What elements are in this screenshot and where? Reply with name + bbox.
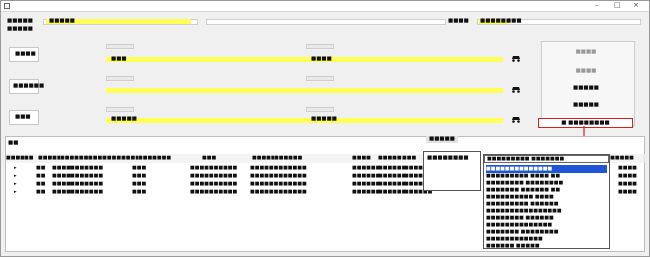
- row-combo-2[interactable]: [306, 44, 334, 49]
- col-header[interactable]: ■■■■■■: [274, 154, 353, 163]
- top-left-label: ■■■■■: [7, 18, 33, 24]
- row-marker-icon: ▸: [14, 189, 17, 195]
- panel-tab[interactable]: ■■■■■: [426, 136, 458, 143]
- row-combo-2[interactable]: [306, 107, 334, 112]
- row-value-2: ■■■■: [311, 56, 332, 62]
- button-4[interactable]: ■■■■■: [556, 101, 616, 109]
- col-header[interactable]: ■■■: [202, 154, 253, 163]
- top-right-value: ■■■■■■■■: [480, 18, 522, 24]
- row-highlight: [106, 57, 503, 62]
- row-combo-2[interactable]: [306, 76, 334, 81]
- dropdown-selected[interactable]: ■■■■■■■■■ ■■■■■■■: [484, 155, 609, 163]
- car-icon[interactable]: [511, 85, 521, 93]
- popup-title: ■■■■■■■■: [427, 155, 469, 161]
- col-header[interactable]: ■■■■■■■■■■■■: [88, 154, 145, 163]
- row-combo-1[interactable]: [106, 107, 134, 112]
- button-2[interactable]: ■■■■: [556, 67, 616, 75]
- top-right-label: ■■■■: [448, 18, 469, 24]
- dropdown-item[interactable]: ■■■■■■ ■■■■■: [486, 242, 607, 250]
- row-value-2: ■■■■■: [311, 116, 337, 122]
- row-highlight: [106, 118, 503, 123]
- title-bar: – □ ×: [1, 1, 649, 12]
- top-middle-input[interactable]: [206, 19, 446, 25]
- row-marker-icon: ▸: [14, 173, 17, 179]
- row-label: ■■■■: [15, 51, 36, 57]
- minimize-button[interactable]: –: [595, 1, 599, 10]
- row-marker-icon: ▸: [14, 165, 17, 171]
- row-combo-1[interactable]: [106, 44, 134, 49]
- section-label: ■■■■■: [7, 26, 33, 32]
- row-combo-1[interactable]: [106, 76, 134, 81]
- row-highlight: [106, 88, 503, 93]
- panel-label: ■■: [8, 140, 19, 146]
- car-icon[interactable]: [511, 54, 521, 62]
- col-header[interactable]: ■■■■■■■: [252, 154, 285, 163]
- row-value-1: ■■■■■: [111, 116, 137, 122]
- row-label: ■■■■■■: [13, 83, 45, 89]
- app-window: – □ × ■■■■■ ■■■■■ ■■■■ ■■■■■■■■ ■■■■■ ■■…: [0, 0, 650, 257]
- maximize-button[interactable]: □: [614, 1, 621, 10]
- col-header[interactable]: ■■■■■■: [38, 154, 66, 163]
- app-icon: [4, 3, 10, 9]
- row-value-1: ■■■: [111, 56, 127, 62]
- col-header[interactable]: ■■■■■: [6, 154, 30, 163]
- col-header[interactable]: ■■■■: [352, 154, 379, 163]
- popup-panel: ■■■■■■■■: [423, 151, 481, 191]
- col-header[interactable]: ■■■■■■■: [138, 154, 203, 163]
- button-3[interactable]: ■■■■■: [556, 84, 616, 92]
- dropdown-list[interactable]: ■■■■■■■■■ ■■■■■■■ ■■■■■■■■■■■■■■ ■■■■■■■…: [483, 154, 610, 249]
- col-header[interactable]: ■■■■■■■: [60, 154, 93, 163]
- row-marker-icon: ▸: [14, 181, 17, 187]
- button-1[interactable]: ■■■■: [556, 48, 616, 56]
- row-label: ■■■: [15, 114, 31, 120]
- col-header[interactable]: ■■: [24, 154, 39, 163]
- top-left-value: ■■■■■: [49, 18, 75, 24]
- car-icon[interactable]: [511, 115, 521, 123]
- col-header[interactable]: ■■■■■■: [378, 154, 406, 163]
- close-button[interactable]: ×: [633, 1, 639, 10]
